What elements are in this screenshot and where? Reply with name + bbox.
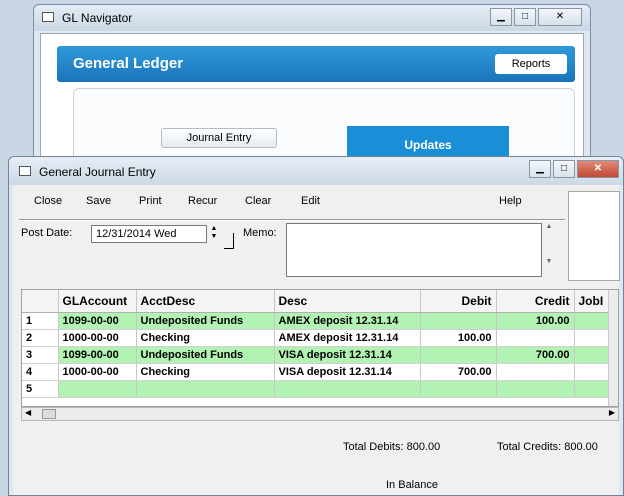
- window-icon: [42, 12, 54, 22]
- gl-account-cell[interactable]: 1099-00-00: [58, 346, 137, 364]
- acct-desc-cell[interactable]: Checking: [136, 329, 275, 347]
- desc-cell[interactable]: AMEX deposit 12.31.14: [274, 312, 421, 330]
- column-header[interactable]: Credit: [496, 290, 575, 313]
- close-menu-item[interactable]: Close: [34, 195, 62, 207]
- journal-table: GLAccount AcctDesc Desc Debit Credit Job…: [22, 290, 613, 398]
- save-menu-item[interactable]: Save: [86, 195, 111, 207]
- scroll-up-icon[interactable]: ▲: [543, 223, 555, 230]
- journal-entry-titlebar[interactable]: General Journal Entry ▁ □ ✕: [9, 157, 623, 185]
- gl-navigator-title: GL Navigator: [62, 11, 133, 25]
- journal-entry-client: Close Save Print Recur Clear Edit Help P…: [13, 185, 620, 495]
- scroll-right-icon[interactable]: ▶: [609, 408, 615, 417]
- scroll-down-icon[interactable]: ▼: [543, 258, 555, 265]
- row-number: 5: [22, 380, 59, 398]
- table-row[interactable]: 5: [22, 380, 613, 398]
- date-spinner[interactable]: ▲ ▼: [209, 225, 219, 243]
- spin-up-icon[interactable]: ▲: [209, 225, 219, 233]
- column-header[interactable]: JobI: [574, 290, 613, 313]
- debit-cell[interactable]: 100.00: [420, 329, 497, 347]
- minimize-icon[interactable]: ▁: [529, 160, 551, 178]
- total-debits: Total Debits: 800.00: [343, 441, 441, 453]
- post-date-label: Post Date:: [21, 227, 73, 239]
- journal-entry-button[interactable]: Journal Entry: [161, 128, 277, 148]
- job-cell[interactable]: [574, 312, 613, 330]
- column-header[interactable]: GLAccount: [58, 290, 137, 313]
- acct-desc-cell[interactable]: Undeposited Funds: [136, 346, 275, 364]
- column-header[interactable]: Debit: [420, 290, 497, 313]
- menu-divider: [19, 219, 565, 221]
- edit-menu-item[interactable]: Edit: [301, 195, 320, 207]
- table-row[interactable]: 3 1099-00-00 Undeposited Funds VISA depo…: [22, 346, 613, 364]
- job-cell[interactable]: [574, 329, 613, 347]
- job-cell[interactable]: [574, 380, 613, 398]
- print-menu-item[interactable]: Print: [139, 195, 162, 207]
- post-date-field[interactable]: 12/31/2014 Wed: [91, 225, 207, 243]
- close-icon[interactable]: ✕: [538, 8, 582, 26]
- row-number: 2: [22, 329, 59, 347]
- clear-menu-item[interactable]: Clear: [245, 195, 271, 207]
- minimize-icon[interactable]: ▁: [490, 8, 512, 26]
- help-menu-item[interactable]: Help: [499, 195, 522, 207]
- gl-account-cell[interactable]: [58, 380, 137, 398]
- spin-down-icon[interactable]: ▼: [209, 233, 219, 241]
- memo-label: Memo:: [243, 227, 277, 239]
- acct-desc-cell[interactable]: Undeposited Funds: [136, 312, 275, 330]
- acct-desc-cell[interactable]: Checking: [136, 363, 275, 381]
- balance-status: In Balance: [386, 479, 438, 491]
- general-ledger-banner: General Ledger Reports: [57, 46, 575, 82]
- debit-cell[interactable]: [420, 312, 497, 330]
- scroll-left-icon[interactable]: ◀: [25, 408, 31, 417]
- debit-cell[interactable]: [420, 346, 497, 364]
- scroll-thumb[interactable]: [42, 409, 56, 419]
- date-picker-handle[interactable]: [224, 233, 234, 249]
- table-row[interactable]: 2 1000-00-00 Checking AMEX deposit 12.31…: [22, 329, 613, 347]
- credit-cell[interactable]: [496, 363, 575, 381]
- general-journal-entry-window: General Journal Entry ▁ □ ✕ Close Save P…: [8, 156, 624, 496]
- total-credits: Total Credits: 800.00: [497, 441, 598, 453]
- desc-cell[interactable]: AMEX deposit 12.31.14: [274, 329, 421, 347]
- maximize-icon[interactable]: □: [553, 160, 575, 178]
- memo-scrollbar[interactable]: ▲ ▼: [543, 223, 555, 277]
- grid-horizontal-scrollbar[interactable]: ◀ ▶: [21, 407, 619, 421]
- maximize-icon[interactable]: □: [514, 8, 536, 26]
- job-cell[interactable]: [574, 346, 613, 364]
- column-header[interactable]: AcctDesc: [136, 290, 275, 313]
- row-number: 3: [22, 346, 59, 364]
- credit-cell[interactable]: [496, 329, 575, 347]
- debit-cell[interactable]: 700.00: [420, 363, 497, 381]
- credit-cell[interactable]: 700.00: [496, 346, 575, 364]
- gl-account-cell[interactable]: 1099-00-00: [58, 312, 137, 330]
- gl-account-cell[interactable]: 1000-00-00: [58, 363, 137, 381]
- side-panel: [568, 191, 620, 281]
- window-icon: [19, 166, 31, 176]
- row-number-header: [22, 290, 59, 313]
- desc-cell[interactable]: VISA deposit 12.31.14: [274, 363, 421, 381]
- table-row[interactable]: 4 1000-00-00 Checking VISA deposit 12.31…: [22, 363, 613, 381]
- row-number: 1: [22, 312, 59, 330]
- desc-cell[interactable]: VISA deposit 12.31.14: [274, 346, 421, 364]
- grid-vertical-scrollbar[interactable]: [608, 290, 618, 406]
- reports-button[interactable]: Reports: [495, 54, 567, 74]
- toolbar-menu: Close Save Print Recur Clear Edit Help: [13, 185, 565, 221]
- gl-account-cell[interactable]: 1000-00-00: [58, 329, 137, 347]
- table-header-row: GLAccount AcctDesc Desc Debit Credit Job…: [22, 290, 613, 313]
- credit-cell[interactable]: 100.00: [496, 312, 575, 330]
- gl-navigator-titlebar[interactable]: GL Navigator ▁ □ ✕: [34, 5, 590, 31]
- acct-desc-cell[interactable]: [136, 380, 275, 398]
- desc-cell[interactable]: [274, 380, 421, 398]
- close-icon[interactable]: ✕: [577, 160, 619, 178]
- table-row[interactable]: 1 1099-00-00 Undeposited Funds AMEX depo…: [22, 312, 613, 330]
- column-header[interactable]: Desc: [274, 290, 421, 313]
- recur-menu-item[interactable]: Recur: [188, 195, 217, 207]
- memo-field[interactable]: [286, 223, 542, 277]
- job-cell[interactable]: [574, 363, 613, 381]
- debit-cell[interactable]: [420, 380, 497, 398]
- credit-cell[interactable]: [496, 380, 575, 398]
- journal-grid: GLAccount AcctDesc Desc Debit Credit Job…: [21, 289, 619, 407]
- banner-title: General Ledger: [73, 55, 184, 72]
- row-number: 4: [22, 363, 59, 381]
- journal-entry-title: General Journal Entry: [39, 165, 156, 179]
